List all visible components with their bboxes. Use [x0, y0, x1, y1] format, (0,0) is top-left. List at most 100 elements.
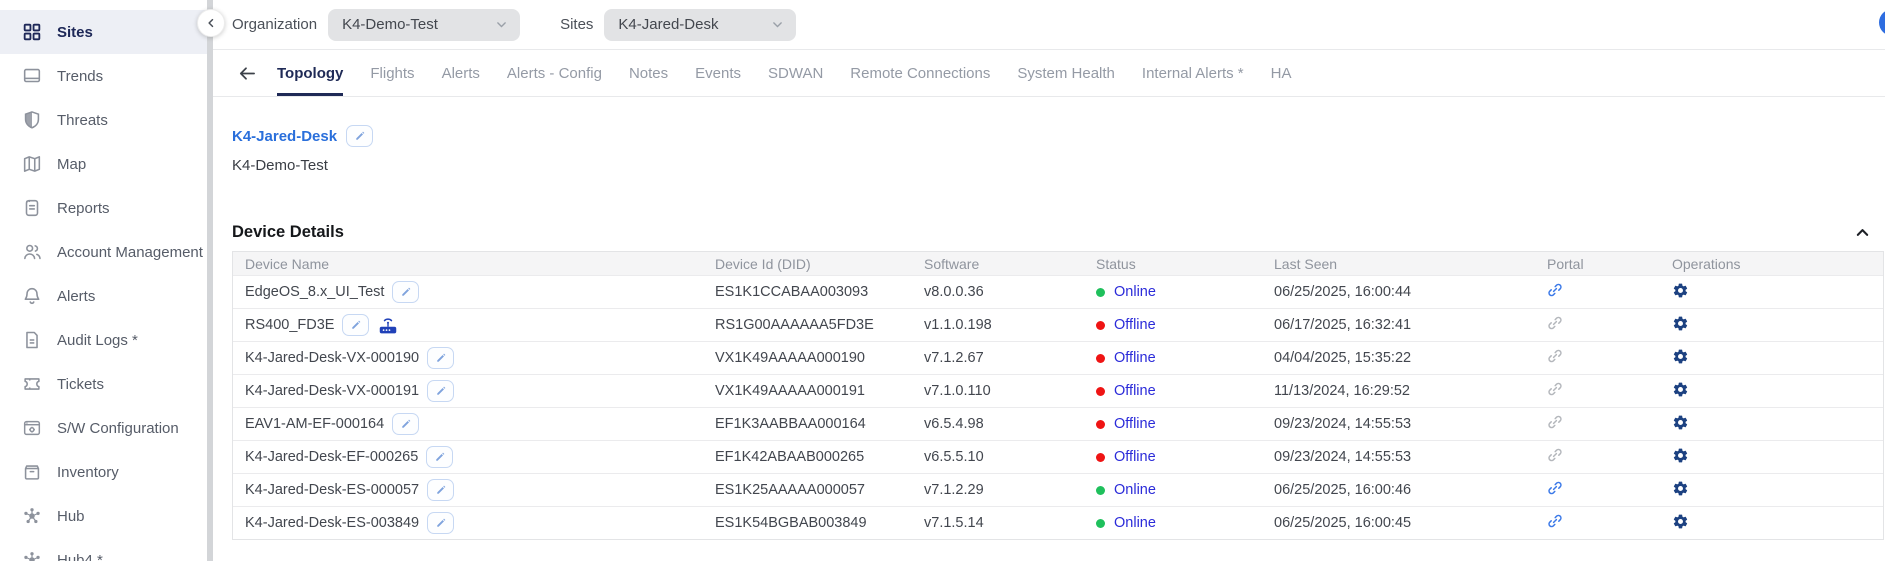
sidebar-item-inventory[interactable]: Inventory — [0, 450, 207, 494]
hub-icon — [20, 548, 44, 561]
tab-alerts-config[interactable]: Alerts - Config — [507, 50, 602, 96]
portal-link-icon[interactable] — [1547, 513, 1563, 529]
status-link[interactable]: Offline — [1114, 317, 1156, 333]
tab-topology[interactable]: Topology — [277, 50, 343, 96]
portal-link-icon[interactable] — [1547, 447, 1563, 463]
device-id: RS1G00AAAAAA5FD3E — [715, 317, 924, 333]
device-name: EdgeOS_8.x_UI_Test — [245, 284, 384, 300]
sidebar-item-label: Audit Logs * — [57, 332, 138, 349]
edit-device-name-button[interactable] — [427, 479, 454, 501]
sidebar-item-hub[interactable]: Hub — [0, 494, 207, 538]
pencil-icon — [435, 517, 447, 529]
operations-gear-button[interactable] — [1672, 348, 1689, 365]
tab-list: Topology Flights Alerts Alerts - Config Note… — [277, 50, 1291, 96]
sidebar-item-tickets[interactable]: Tickets — [0, 362, 207, 406]
tab-sdwan[interactable]: SDWAN — [768, 50, 823, 96]
pencil-icon — [435, 385, 447, 397]
edit-device-name-button[interactable] — [427, 380, 454, 402]
operations-gear-button[interactable] — [1672, 282, 1689, 299]
sidebar-item-label: Map — [57, 156, 86, 173]
last-seen: 11/13/2024, 16:29:52 — [1274, 383, 1547, 399]
portal-link-icon[interactable] — [1547, 381, 1563, 397]
status-link[interactable]: Offline — [1114, 449, 1156, 465]
operations-gear-button[interactable] — [1672, 447, 1689, 464]
sidebar-collapse-button[interactable] — [197, 9, 225, 37]
window-gear-icon — [20, 416, 44, 440]
status-dot — [1096, 420, 1105, 429]
sidebar: Sites Trends Threats Map Reports Account Mana… — [0, 0, 207, 561]
sidebar-item-hub4[interactable]: Hub4 * — [0, 538, 207, 561]
sidebar-item-map[interactable]: Map — [0, 142, 207, 186]
table-row: K4-Jared-Desk-VX-000190 VX1K49AAAAA00019… — [233, 341, 1883, 374]
site-name-link[interactable]: K4-Jared-Desk — [232, 128, 337, 145]
sidebar-item-threats[interactable]: Threats — [0, 98, 207, 142]
operations-gear-button[interactable] — [1672, 315, 1689, 332]
device-id: EF1K42ABAAB000265 — [715, 449, 924, 465]
sidebar-item-label: Threats — [57, 112, 108, 129]
table-row: RS400_FD3E RS1G00AAAAAA5FD3E v1.1.0.198 … — [233, 308, 1883, 341]
column-header: Device Id (DID) — [715, 256, 924, 272]
operations-gear-button[interactable] — [1672, 381, 1689, 398]
software-version: v8.0.0.36 — [924, 284, 1096, 300]
edit-device-name-button[interactable] — [427, 512, 454, 534]
bell-icon — [20, 284, 44, 308]
edit-device-name-button[interactable] — [427, 347, 454, 369]
status-link[interactable]: Online — [1114, 515, 1156, 531]
device-name: RS400_FD3E — [245, 317, 334, 333]
portal-link-icon[interactable] — [1547, 282, 1563, 298]
tab-notes[interactable]: Notes — [629, 50, 668, 96]
edit-device-name-button[interactable] — [426, 446, 453, 468]
sidebar-item-label: Reports — [57, 200, 110, 217]
tab-alerts[interactable]: Alerts — [442, 50, 480, 96]
tab-internal-alerts[interactable]: Internal Alerts * — [1142, 50, 1244, 96]
sidebar-item-sites[interactable]: Sites — [0, 10, 207, 54]
sidebar-item-reports[interactable]: Reports — [0, 186, 207, 230]
edit-device-name-button[interactable] — [392, 281, 419, 303]
organization-dropdown[interactable]: K4-Demo-Test — [328, 9, 520, 41]
back-arrow-icon[interactable] — [237, 50, 256, 96]
tab-remote-connections[interactable]: Remote Connections — [850, 50, 990, 96]
operations-gear-button[interactable] — [1672, 513, 1689, 530]
operations-gear-button[interactable] — [1672, 414, 1689, 431]
last-seen: 06/25/2025, 16:00:46 — [1274, 482, 1547, 498]
edit-site-name-button[interactable] — [346, 125, 373, 147]
portal-link-icon[interactable] — [1547, 414, 1563, 430]
sidebar-item-trends[interactable]: Trends — [0, 54, 207, 98]
tab-ha[interactable]: HA — [1271, 50, 1292, 96]
tab-events[interactable]: Events — [695, 50, 741, 96]
organization-dropdown-value: K4-Demo-Test — [342, 16, 438, 33]
portal-link-icon[interactable] — [1547, 348, 1563, 364]
sidebar-item-audit-logs[interactable]: Audit Logs * — [0, 318, 207, 362]
sidebar-item-label: Sites — [57, 24, 93, 41]
sites-dropdown[interactable]: K4-Jared-Desk — [604, 9, 796, 41]
operations-gear-button[interactable] — [1672, 480, 1689, 497]
status-link[interactable]: Offline — [1114, 350, 1156, 366]
edit-device-name-button[interactable] — [342, 314, 369, 336]
device-details-title: Device Details — [232, 223, 344, 242]
portal-link-icon[interactable] — [1547, 480, 1563, 496]
status-link[interactable]: Online — [1114, 482, 1156, 498]
section-collapse-chevron-icon[interactable] — [1855, 225, 1870, 240]
status-dot — [1096, 519, 1105, 528]
tab-flights[interactable]: Flights — [370, 50, 414, 96]
edit-device-name-button[interactable] — [392, 413, 419, 435]
tab-system-health[interactable]: System Health — [1017, 50, 1115, 96]
status-dot — [1096, 453, 1105, 462]
sidebar-item-alerts[interactable]: Alerts — [0, 274, 207, 318]
column-header: Software — [924, 256, 1096, 272]
status-link[interactable]: Offline — [1114, 383, 1156, 399]
device-name: K4-Jared-Desk-VX-000190 — [245, 350, 419, 366]
top-header: Organization K4-Demo-Test Sites K4-Jared… — [213, 0, 1885, 50]
sidebar-item-s-w-configuration[interactable]: S/W Configuration — [0, 406, 207, 450]
status-link[interactable]: Offline — [1114, 416, 1156, 432]
main-area: Organization K4-Demo-Test Sites K4-Jared… — [213, 0, 1885, 561]
portal-link-icon[interactable] — [1547, 315, 1563, 331]
table-body: EdgeOS_8.x_UI_Test ES1K1CCABAA003093 v8.… — [233, 275, 1883, 539]
status-link[interactable]: Online — [1114, 284, 1156, 300]
avatar[interactable] — [1879, 9, 1885, 36]
last-seen: 06/25/2025, 16:00:45 — [1274, 515, 1547, 531]
software-version: v6.5.4.98 — [924, 416, 1096, 432]
tab-bar: Topology Flights Alerts Alerts - Config Note… — [213, 50, 1885, 97]
device-id: ES1K25AAAAA000057 — [715, 482, 924, 498]
sidebar-item-account-management[interactable]: Account Management — [0, 230, 207, 274]
